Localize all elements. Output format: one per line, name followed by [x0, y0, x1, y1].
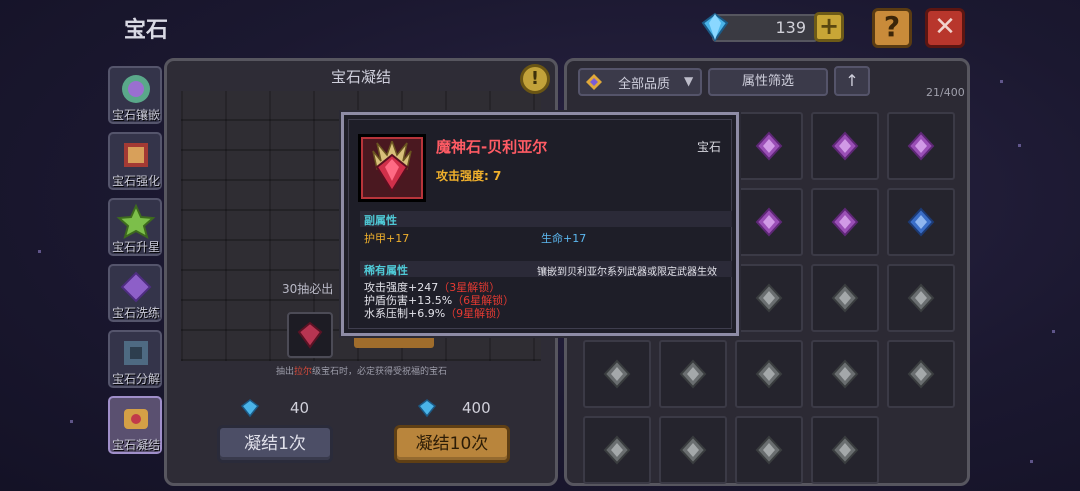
inventory-slot[interactable] — [887, 188, 955, 256]
grey-gem-icon — [679, 435, 707, 465]
gem-preview-slot[interactable] — [287, 312, 333, 358]
help-button[interactable]: ? — [872, 8, 912, 48]
diamond-currency-icon — [701, 12, 729, 42]
sidebar-item-label: 宝石强化 — [111, 174, 160, 188]
bg-star — [70, 420, 73, 423]
sidebar-item-label: 宝石镶嵌 — [111, 108, 160, 122]
gem-name: 魔神石-贝利亚尔 — [436, 138, 548, 156]
inventory-slot[interactable] — [659, 340, 727, 408]
inventory-slot[interactable] — [811, 416, 879, 484]
purple-gem-icon — [755, 207, 783, 237]
gem-type: 宝石 — [697, 140, 722, 154]
condense-ten-button[interactable]: 凝结10次 — [394, 425, 510, 463]
condense-note: 抽出拉尔级宝石时，必定获得受祝福的宝石 — [276, 367, 448, 377]
sort-button[interactable]: ↑ — [834, 66, 870, 96]
sub-attr-title: 副属性 — [364, 214, 397, 227]
bg-star — [1030, 460, 1033, 463]
inventory-slot[interactable] — [811, 112, 879, 180]
page-title: 宝石 — [124, 18, 169, 43]
sidebar-item-label: 宝石分解 — [111, 372, 160, 386]
grey-gem-icon — [679, 359, 707, 389]
decompose-icon — [124, 341, 148, 365]
red-gem-icon — [297, 321, 323, 349]
sidebar-item-label: 宝石洗练 — [111, 306, 160, 320]
inventory-slot[interactable] — [887, 264, 955, 332]
chevron-down-icon: ▼ — [684, 74, 694, 88]
blue-gem-icon — [907, 207, 935, 237]
star-upgrade-icon — [116, 203, 156, 239]
diamond-icon — [240, 399, 260, 418]
inventory-slot[interactable] — [659, 416, 727, 484]
enhance-book-icon — [124, 143, 148, 167]
condense-once-button[interactable]: 凝结1次 — [217, 425, 333, 463]
main-stat: 攻击强度: 7 — [436, 169, 502, 183]
sidebar-item-label: 宝石凝结 — [111, 438, 160, 452]
inventory-slot[interactable] — [735, 340, 803, 408]
quality-filter-label: 全部品质 — [618, 77, 671, 92]
inventory-slot[interactable] — [887, 112, 955, 180]
purple-gem-icon — [907, 131, 935, 161]
inventory-slot[interactable] — [583, 416, 651, 484]
sub-attr-hp: 生命+17 — [541, 232, 587, 245]
grey-gem-icon — [907, 359, 935, 389]
sub-attr-band — [360, 211, 732, 227]
grey-gem-icon — [603, 435, 631, 465]
sidebar-item-star-upgrade[interactable]: 宝石升星 — [108, 198, 162, 256]
quality-diamond-icon — [586, 74, 602, 90]
reforge-gem-icon — [120, 271, 152, 303]
inventory-slot[interactable] — [735, 188, 803, 256]
grey-gem-icon — [831, 359, 859, 389]
inventory-count: 21/400 — [926, 86, 965, 99]
add-currency-button[interactable]: + — [814, 12, 844, 42]
sub-attr-armor: 护甲+17 — [364, 232, 410, 245]
inventory-slot[interactable] — [735, 112, 803, 180]
info-button[interactable]: ! — [520, 64, 550, 94]
purple-gem-icon — [831, 207, 859, 237]
sidebar-item-decompose[interactable]: 宝石分解 — [108, 330, 162, 388]
inventory-slot[interactable] — [583, 340, 651, 408]
inventory-slot[interactable] — [735, 264, 803, 332]
panel-title: 宝石凝结 — [330, 68, 391, 86]
grey-gem-icon — [831, 283, 859, 313]
inventory-slot[interactable] — [887, 340, 955, 408]
attribute-filter-button[interactable]: 属性筛选 — [708, 68, 828, 96]
sidebar-item-condense[interactable]: 宝石凝结 — [108, 396, 162, 454]
grey-gem-icon — [831, 435, 859, 465]
inventory-slot[interactable] — [735, 416, 803, 484]
inventory-slot[interactable] — [811, 340, 879, 408]
bg-star — [1018, 144, 1021, 147]
inlay-gem-icon — [122, 75, 150, 103]
grey-gem-icon — [755, 435, 783, 465]
bg-star — [38, 250, 41, 253]
tooltip-gem-slot — [358, 134, 426, 202]
grey-gem-icon — [755, 359, 783, 389]
sidebar-item-enhance[interactable]: 宝石强化 — [108, 132, 162, 190]
diamond-icon — [417, 399, 437, 418]
sidebar-item-reforge[interactable]: 宝石洗练 — [108, 264, 162, 322]
single-cost: 40 — [290, 399, 310, 417]
purple-gem-icon — [831, 131, 859, 161]
rare-attr-title: 稀有属性 — [364, 264, 408, 277]
ten-cost: 400 — [462, 399, 491, 417]
purple-gem-icon — [755, 131, 783, 161]
pity-text: 30抽必出 — [282, 282, 334, 296]
close-button[interactable]: ✕ — [925, 8, 965, 48]
rare-attr-desc: 镶嵌到贝利亚尔系列武器或限定武器生效 — [537, 267, 717, 278]
currency-value: 139 — [775, 18, 806, 37]
inventory-slot[interactable] — [811, 188, 879, 256]
bg-star — [1052, 330, 1055, 333]
sidebar-item-label: 宝石升星 — [111, 240, 160, 254]
sidebar-item-inlay[interactable]: 宝石镶嵌 — [108, 66, 162, 124]
inventory-slot[interactable] — [811, 264, 879, 332]
grey-gem-icon — [755, 283, 783, 313]
rare-line: 水系压制+6.9%（9星解锁） — [364, 307, 508, 320]
demon-gem-icon — [372, 141, 412, 193]
condense-scroll-icon — [124, 409, 148, 429]
grey-gem-icon — [603, 359, 631, 389]
grey-gem-icon — [907, 283, 935, 313]
bg-star — [1000, 80, 1003, 83]
